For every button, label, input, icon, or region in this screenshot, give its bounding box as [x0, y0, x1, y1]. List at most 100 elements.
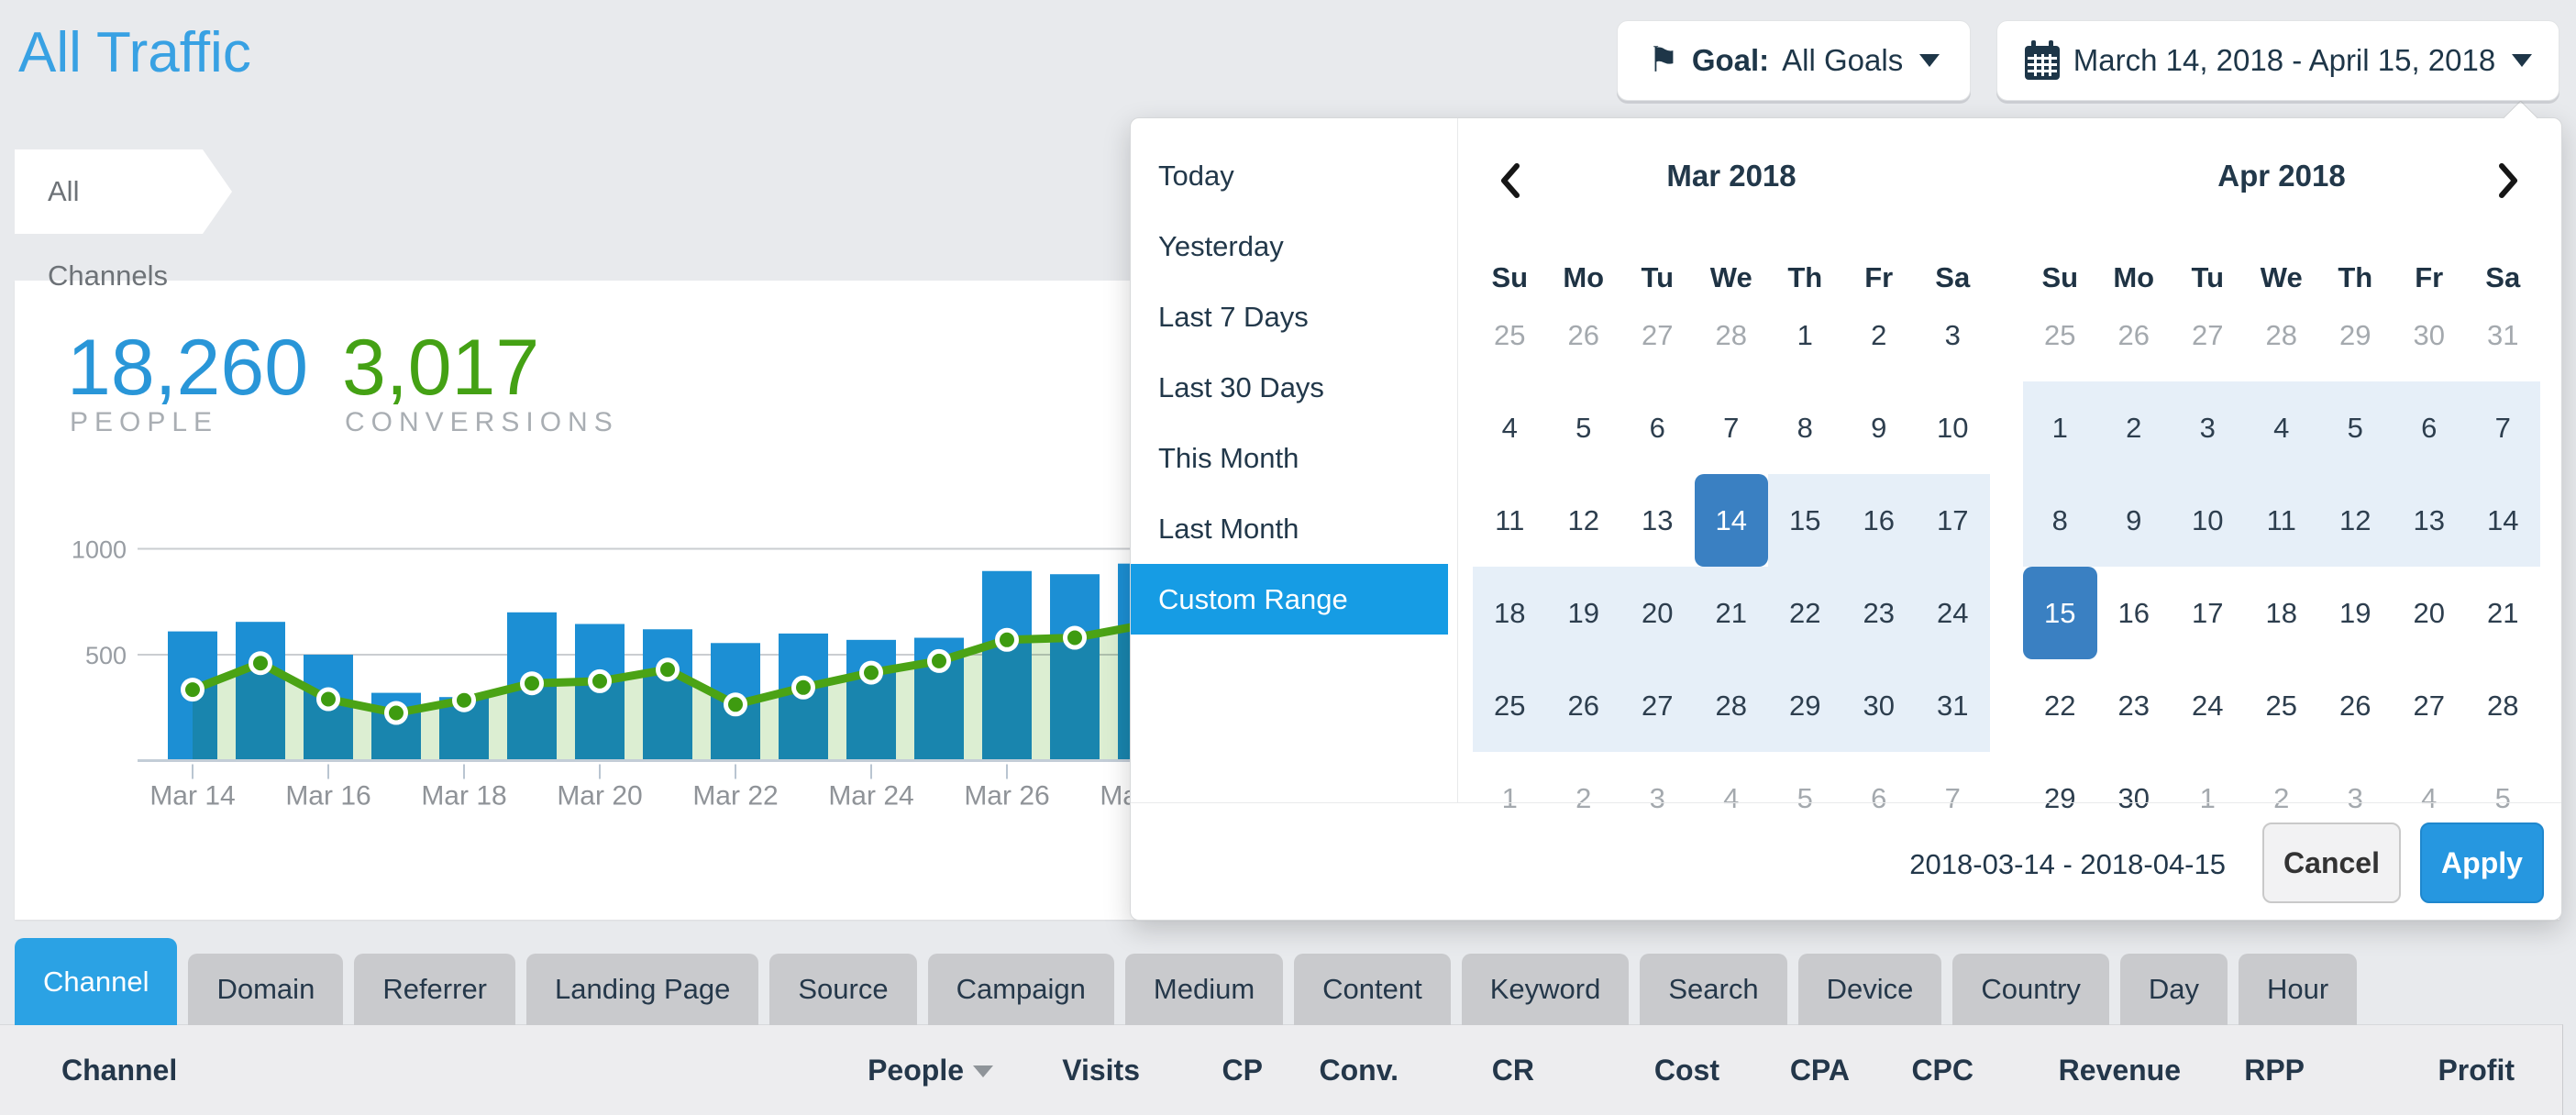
- day-cell[interactable]: 7: [2466, 381, 2540, 474]
- day-cell[interactable]: 14: [2466, 474, 2540, 567]
- tab-domain[interactable]: Domain: [188, 954, 343, 1025]
- tab-campaign[interactable]: Campaign: [928, 954, 1114, 1025]
- day-cell-selected[interactable]: 14: [1695, 474, 1769, 567]
- day-cell[interactable]: 10: [1916, 381, 1990, 474]
- day-cell[interactable]: 16: [1842, 474, 1917, 567]
- tab-channel[interactable]: Channel: [15, 938, 177, 1025]
- tab-hour[interactable]: Hour: [2239, 954, 2357, 1025]
- day-cell[interactable]: 6: [1620, 381, 1695, 474]
- day-cell[interactable]: 30: [1842, 659, 1917, 752]
- date-range-button[interactable]: March 14, 2018 - April 15, 2018: [1996, 20, 2559, 101]
- day-cell[interactable]: 27: [1620, 659, 1695, 752]
- next-month-button[interactable]: [2493, 160, 2523, 201]
- day-cell[interactable]: 6: [2393, 381, 2467, 474]
- column-header-cost[interactable]: Cost: [1654, 1025, 1719, 1115]
- day-cell[interactable]: 25: [1473, 659, 1547, 752]
- day-cell[interactable]: 25: [1473, 289, 1547, 381]
- tab-country[interactable]: Country: [1952, 954, 2109, 1025]
- apply-button[interactable]: Apply: [2420, 822, 2544, 903]
- day-cell[interactable]: 31: [1916, 659, 1990, 752]
- day-cell[interactable]: 17: [1916, 474, 1990, 567]
- day-cell[interactable]: 19: [1547, 567, 1621, 659]
- day-cell[interactable]: 2: [1547, 752, 1621, 845]
- breadcrumb-all-channels[interactable]: All Channels: [15, 149, 203, 234]
- day-cell[interactable]: 4: [2245, 381, 2319, 474]
- cancel-button[interactable]: Cancel: [2262, 822, 2401, 903]
- preset-last-30-days[interactable]: Last 30 Days: [1131, 352, 1448, 423]
- day-cell[interactable]: 13: [2393, 474, 2467, 567]
- day-cell[interactable]: 1: [2171, 752, 2245, 845]
- day-cell[interactable]: 1: [1473, 752, 1547, 845]
- column-header-cr[interactable]: CR: [1492, 1025, 1534, 1115]
- day-cell[interactable]: 25: [2023, 289, 2097, 381]
- day-cell[interactable]: 24: [1916, 567, 1990, 659]
- day-cell[interactable]: 4: [1695, 752, 1769, 845]
- day-cell[interactable]: 28: [2466, 659, 2540, 752]
- column-header-visits[interactable]: Visits: [1062, 1025, 1140, 1115]
- day-cell[interactable]: 20: [1620, 567, 1695, 659]
- day-cell[interactable]: 18: [1473, 567, 1547, 659]
- day-cell[interactable]: 23: [1842, 567, 1917, 659]
- day-cell[interactable]: 12: [1547, 474, 1621, 567]
- goal-selector-button[interactable]: ⚑ Goal: All Goals: [1617, 20, 1971, 101]
- day-cell[interactable]: 19: [2318, 567, 2393, 659]
- tab-landing-page[interactable]: Landing Page: [526, 954, 758, 1025]
- day-cell[interactable]: 7: [1695, 381, 1769, 474]
- day-cell[interactable]: 8: [1768, 381, 1842, 474]
- column-header-cpa[interactable]: CPA: [1790, 1025, 1850, 1115]
- day-cell[interactable]: 25: [2245, 659, 2319, 752]
- day-cell[interactable]: 28: [2245, 289, 2319, 381]
- day-cell[interactable]: 1: [2023, 381, 2097, 474]
- day-cell[interactable]: 1: [1768, 289, 1842, 381]
- day-cell[interactable]: 5: [1547, 381, 1621, 474]
- column-header-cp[interactable]: CP: [1222, 1025, 1263, 1115]
- day-cell[interactable]: 10: [2171, 474, 2245, 567]
- preset-last-month[interactable]: Last Month: [1131, 493, 1448, 564]
- day-cell[interactable]: 11: [1473, 474, 1547, 567]
- day-cell[interactable]: 8: [2023, 474, 2097, 567]
- day-cell[interactable]: 4: [1473, 381, 1547, 474]
- day-cell[interactable]: 9: [2097, 474, 2172, 567]
- day-cell[interactable]: 13: [1620, 474, 1695, 567]
- day-cell[interactable]: 6: [1842, 752, 1917, 845]
- day-cell[interactable]: 2: [1842, 289, 1917, 381]
- day-cell[interactable]: 31: [2466, 289, 2540, 381]
- day-cell[interactable]: 3: [1916, 289, 1990, 381]
- day-cell[interactable]: 29: [2023, 752, 2097, 845]
- day-cell[interactable]: 26: [2097, 289, 2172, 381]
- preset-yesterday[interactable]: Yesterday: [1131, 211, 1448, 282]
- day-cell[interactable]: 28: [1695, 289, 1769, 381]
- day-cell[interactable]: 3: [2171, 381, 2245, 474]
- tab-content[interactable]: Content: [1294, 954, 1451, 1025]
- preset-today[interactable]: Today: [1131, 140, 1448, 211]
- day-cell[interactable]: 27: [2393, 659, 2467, 752]
- day-cell[interactable]: 29: [2318, 289, 2393, 381]
- tab-search[interactable]: Search: [1640, 954, 1786, 1025]
- day-cell[interactable]: 30: [2393, 289, 2467, 381]
- day-cell[interactable]: 22: [2023, 659, 2097, 752]
- day-cell[interactable]: 5: [2318, 381, 2393, 474]
- day-cell[interactable]: 24: [2171, 659, 2245, 752]
- day-cell[interactable]: 28: [1695, 659, 1769, 752]
- day-cell[interactable]: 21: [2466, 567, 2540, 659]
- day-cell[interactable]: 26: [1547, 289, 1621, 381]
- day-cell[interactable]: 15: [1768, 474, 1842, 567]
- day-cell[interactable]: 7: [1916, 752, 1990, 845]
- tab-day[interactable]: Day: [2120, 954, 2228, 1025]
- day-cell[interactable]: 11: [2245, 474, 2319, 567]
- column-header-people[interactable]: People: [868, 1025, 964, 1115]
- preset-this-month[interactable]: This Month: [1131, 423, 1448, 493]
- day-cell[interactable]: 5: [1768, 752, 1842, 845]
- day-cell[interactable]: 9: [1842, 381, 1917, 474]
- day-cell[interactable]: 21: [1695, 567, 1769, 659]
- day-cell[interactable]: 22: [1768, 567, 1842, 659]
- column-header-profit[interactable]: Profit: [2438, 1025, 2515, 1115]
- day-cell[interactable]: 27: [2171, 289, 2245, 381]
- column-header-rpp[interactable]: RPP: [2244, 1025, 2305, 1115]
- day-cell[interactable]: 30: [2097, 752, 2172, 845]
- day-cell[interactable]: 27: [1620, 289, 1695, 381]
- day-cell[interactable]: 26: [2318, 659, 2393, 752]
- tab-medium[interactable]: Medium: [1125, 954, 1283, 1025]
- tab-keyword[interactable]: Keyword: [1462, 954, 1630, 1025]
- day-cell[interactable]: 26: [1547, 659, 1621, 752]
